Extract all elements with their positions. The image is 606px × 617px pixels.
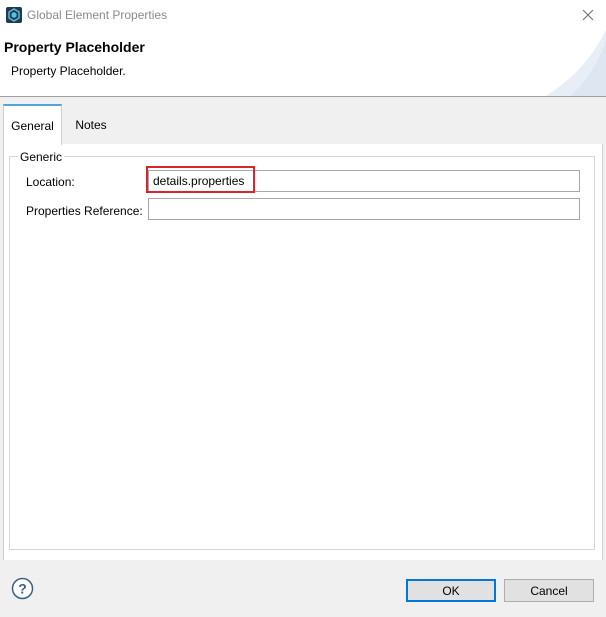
header-banner: Property Placeholder Property Placeholde… — [0, 30, 606, 96]
ok-button[interactable]: OK — [406, 579, 496, 602]
location-input[interactable]: details.properties — [148, 170, 580, 192]
banner-decoration — [546, 30, 606, 96]
question-circle-icon: ? — [11, 577, 34, 600]
tab-bar: General Notes — [3, 104, 603, 145]
title-bar: Global Element Properties — [0, 0, 606, 30]
properties-reference-label: Properties Reference: — [26, 204, 143, 218]
banner-separator — [0, 96, 606, 97]
banner-title: Property Placeholder — [4, 39, 145, 55]
location-label: Location: — [26, 175, 75, 189]
cancel-button[interactable]: Cancel — [504, 579, 594, 602]
tab-general[interactable]: General — [3, 104, 62, 145]
properties-reference-input[interactable] — [148, 198, 580, 220]
window-title: Global Element Properties — [27, 8, 168, 22]
tab-notes[interactable]: Notes — [63, 104, 119, 145]
help-button[interactable]: ? — [11, 577, 34, 600]
global-element-properties-dialog: Global Element Properties Property Place… — [0, 0, 606, 617]
close-icon — [582, 9, 594, 21]
svg-text:?: ? — [18, 581, 27, 597]
generic-group-title: Generic — [18, 150, 65, 164]
banner-description: Property Placeholder. — [11, 64, 126, 78]
close-button[interactable] — [576, 3, 600, 27]
app-icon — [6, 7, 22, 23]
